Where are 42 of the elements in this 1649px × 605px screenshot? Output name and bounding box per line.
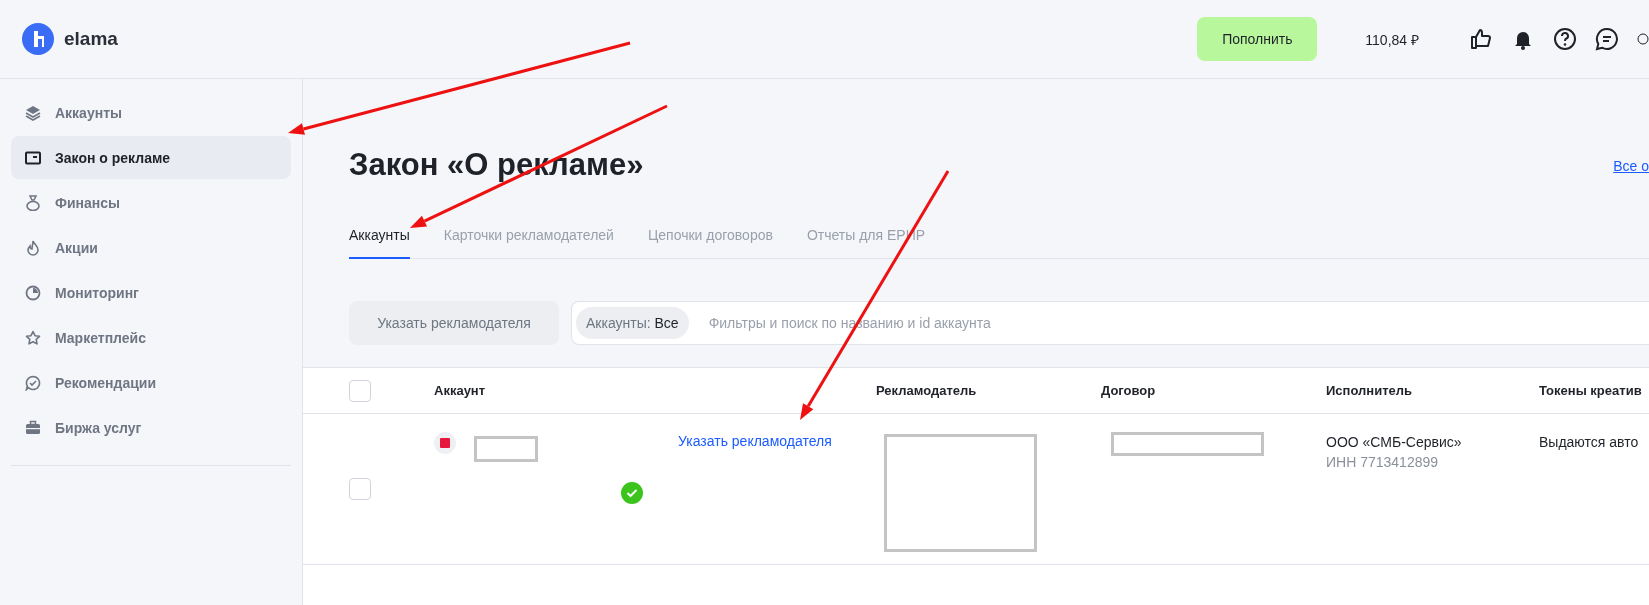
filter-chip[interactable]: Аккаунты: Все [576, 307, 689, 339]
case-icon [25, 419, 41, 436]
set-advertiser-button[interactable]: Указать рекламодателя [349, 301, 559, 345]
tokens-status: Выдаются авто [1539, 433, 1640, 452]
info-link[interactable]: Все о [1613, 156, 1649, 174]
set-advertiser-link[interactable]: Указать рекламодателя [678, 433, 832, 449]
sidebar-item[interactable]: Рекомендации [11, 361, 291, 404]
layers-icon [25, 104, 41, 121]
sidebar-item[interactable]: Закон о рекламе [11, 136, 291, 179]
tab[interactable]: Карточки рекламодателей [443, 215, 614, 259]
chat-icon[interactable] [1595, 27, 1619, 51]
logo-text: elama [64, 28, 118, 50]
star-icon [25, 329, 41, 346]
column-header: Токены креатив [1539, 383, 1643, 398]
balance: 110,84 ₽ [1365, 30, 1419, 49]
sidebar-item[interactable]: Маркетплейс [11, 316, 291, 359]
sidebar-item[interactable]: Финансы [11, 181, 291, 224]
select-all-checkbox[interactable] [349, 379, 371, 402]
column-header: Аккаунт [434, 383, 487, 398]
executor-name: ООО «СМБ-Сервис» [1326, 433, 1463, 452]
top-up-button[interactable]: Пополнить [1197, 17, 1318, 61]
sidebar-item[interactable]: Акции [11, 226, 291, 269]
column-header: Договор [1101, 383, 1157, 398]
tab[interactable]: Цепочки договоров [647, 215, 773, 259]
card-icon [25, 149, 41, 166]
tab[interactable]: Аккаунты [349, 215, 410, 259]
thumbs-up-icon[interactable] [1469, 27, 1493, 51]
flame-icon [25, 239, 41, 256]
sidebar-item[interactable]: Мониторинг [11, 271, 291, 314]
chat-check-icon [25, 374, 41, 391]
bag-icon [25, 194, 41, 211]
pie-icon [25, 284, 41, 301]
executor-inn: ИНН 7713412899 [1326, 453, 1440, 472]
sidebar-item[interactable]: Аккаунты [11, 91, 291, 134]
account-icon [434, 432, 456, 454]
sidebar-item[interactable]: Биржа услуг [11, 406, 291, 449]
column-header: Исполнитель [1326, 383, 1413, 398]
row-checkbox[interactable] [349, 478, 371, 500]
column-header: Рекламодатель [876, 383, 978, 398]
redaction-box [474, 436, 538, 462]
logo-icon[interactable] [22, 23, 54, 55]
help-icon[interactable] [1553, 27, 1577, 51]
